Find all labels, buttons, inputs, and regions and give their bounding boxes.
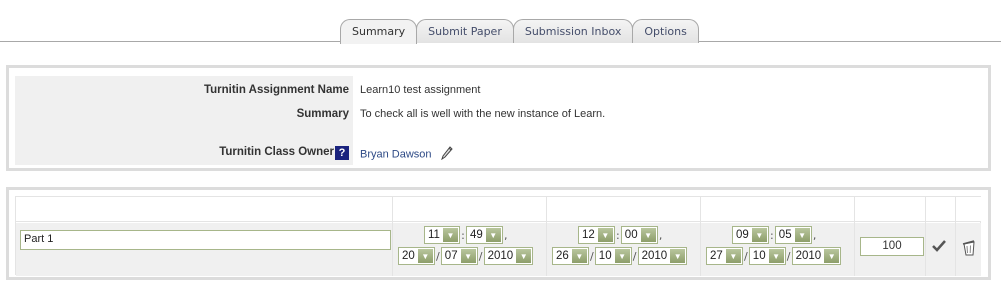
chevron-down-icon: ▼ <box>571 249 587 263</box>
post-date: 27 ▼ / 10 ▼ / 2010 ▼ <box>706 247 842 265</box>
class-owner-link[interactable]: Bryan Dawson <box>360 148 432 160</box>
chevron-down-icon: ▼ <box>516 249 532 263</box>
start-hour-select[interactable]: 11 ▼ <box>424 226 460 244</box>
chevron-down-icon: ▼ <box>768 249 784 263</box>
parts-table: Part 1 11 ▼ : 49 ▼ , 20 ▼ / 07 ▼ / 2010 ▼ <box>15 196 981 276</box>
chevron-down-icon: ▼ <box>417 249 433 263</box>
start-date: 20 ▼ / 07 ▼ / 2010 ▼ <box>398 247 534 265</box>
summary-value: To check all is well with the new instan… <box>360 108 606 120</box>
due-month-select[interactable]: 10 ▼ <box>594 247 632 265</box>
trash-icon[interactable] <box>961 239 977 260</box>
chevron-down-icon: ▼ <box>442 228 458 242</box>
due-day-select[interactable]: 26 ▼ <box>552 247 589 265</box>
tab-submission-inbox[interactable]: Submission Inbox <box>512 19 634 43</box>
due-hour-select[interactable]: 12 ▼ <box>578 226 615 244</box>
delete-column <box>956 197 981 276</box>
post-date-column: 09 ▼ : 05 ▼ , 27 ▼ / 10 ▼ / 2010 ▼ <box>701 197 855 276</box>
due-time: 12 ▼ : 00 ▼ , <box>578 226 664 244</box>
tab-bar: Summary Submit Paper Submission Inbox Op… <box>340 19 699 44</box>
start-year-select[interactable]: 2010 ▼ <box>483 247 534 265</box>
part-name-column: Part 1 <box>16 197 393 276</box>
summary-label: Summary <box>296 108 349 120</box>
tab-options[interactable]: Options <box>632 19 699 43</box>
chevron-down-icon: ▼ <box>794 228 810 242</box>
assignment-name-value: Learn10 test assignment <box>360 84 481 96</box>
post-day-select[interactable]: 27 ▼ <box>706 247 743 265</box>
part-name-input[interactable]: Part 1 <box>20 230 391 250</box>
due-minute-select[interactable]: 00 ▼ <box>620 226 658 244</box>
chevron-down-icon: ▼ <box>460 249 476 263</box>
start-date-column: 11 ▼ : 49 ▼ , 20 ▼ / 07 ▼ / 2010 ▼ <box>393 197 547 276</box>
start-month-select[interactable]: 07 ▼ <box>440 247 478 265</box>
tab-summary[interactable]: Summary <box>340 19 418 44</box>
assignment-parts-panel: Part 1 11 ▼ : 49 ▼ , 20 ▼ / 07 ▼ / 2010 ▼ <box>6 187 991 280</box>
chevron-down-icon: ▼ <box>824 249 840 263</box>
pencil-icon[interactable] <box>440 146 453 163</box>
max-marks-column: 100 <box>855 197 926 276</box>
class-owner-label-wrap: Turnitin Class Owner? <box>15 146 349 160</box>
chevron-down-icon: ▼ <box>597 228 613 242</box>
post-hour-select[interactable]: 09 ▼ <box>732 226 769 244</box>
chevron-down-icon: ▼ <box>725 249 741 263</box>
chevron-down-icon: ▼ <box>485 228 501 242</box>
start-minute-select[interactable]: 49 ▼ <box>465 226 503 244</box>
post-minute-select[interactable]: 05 ▼ <box>774 226 812 244</box>
start-day-select[interactable]: 20 ▼ <box>398 247 435 265</box>
assignment-info-panel: Turnitin Assignment Name Learn10 test as… <box>6 65 991 171</box>
checkmark-icon[interactable] <box>931 239 947 256</box>
post-time: 09 ▼ : 05 ▼ , <box>732 226 818 244</box>
tab-submit-paper[interactable]: Submit Paper <box>416 19 514 43</box>
chevron-down-icon: ▼ <box>670 249 686 263</box>
due-date: 26 ▼ / 10 ▼ / 2010 ▼ <box>552 247 688 265</box>
class-owner-label: Turnitin Class Owner <box>219 146 334 158</box>
chevron-down-icon: ▼ <box>751 228 767 242</box>
class-owner-value-wrap: Bryan Dawson <box>360 146 453 163</box>
chevron-down-icon: ▼ <box>614 249 630 263</box>
assignment-name-label: Turnitin Assignment Name <box>203 84 349 96</box>
due-year-select[interactable]: 2010 ▼ <box>637 247 688 265</box>
chevron-down-icon: ▼ <box>640 228 656 242</box>
start-time: 11 ▼ : 49 ▼ , <box>424 226 509 244</box>
due-date-column: 12 ▼ : 00 ▼ , 26 ▼ / 10 ▼ / 2010 ▼ <box>547 197 701 276</box>
save-column <box>926 197 956 276</box>
max-marks-input[interactable]: 100 <box>860 237 924 256</box>
post-year-select[interactable]: 2010 ▼ <box>791 247 842 265</box>
post-month-select[interactable]: 10 ▼ <box>748 247 786 265</box>
help-icon[interactable]: ? <box>335 146 349 160</box>
